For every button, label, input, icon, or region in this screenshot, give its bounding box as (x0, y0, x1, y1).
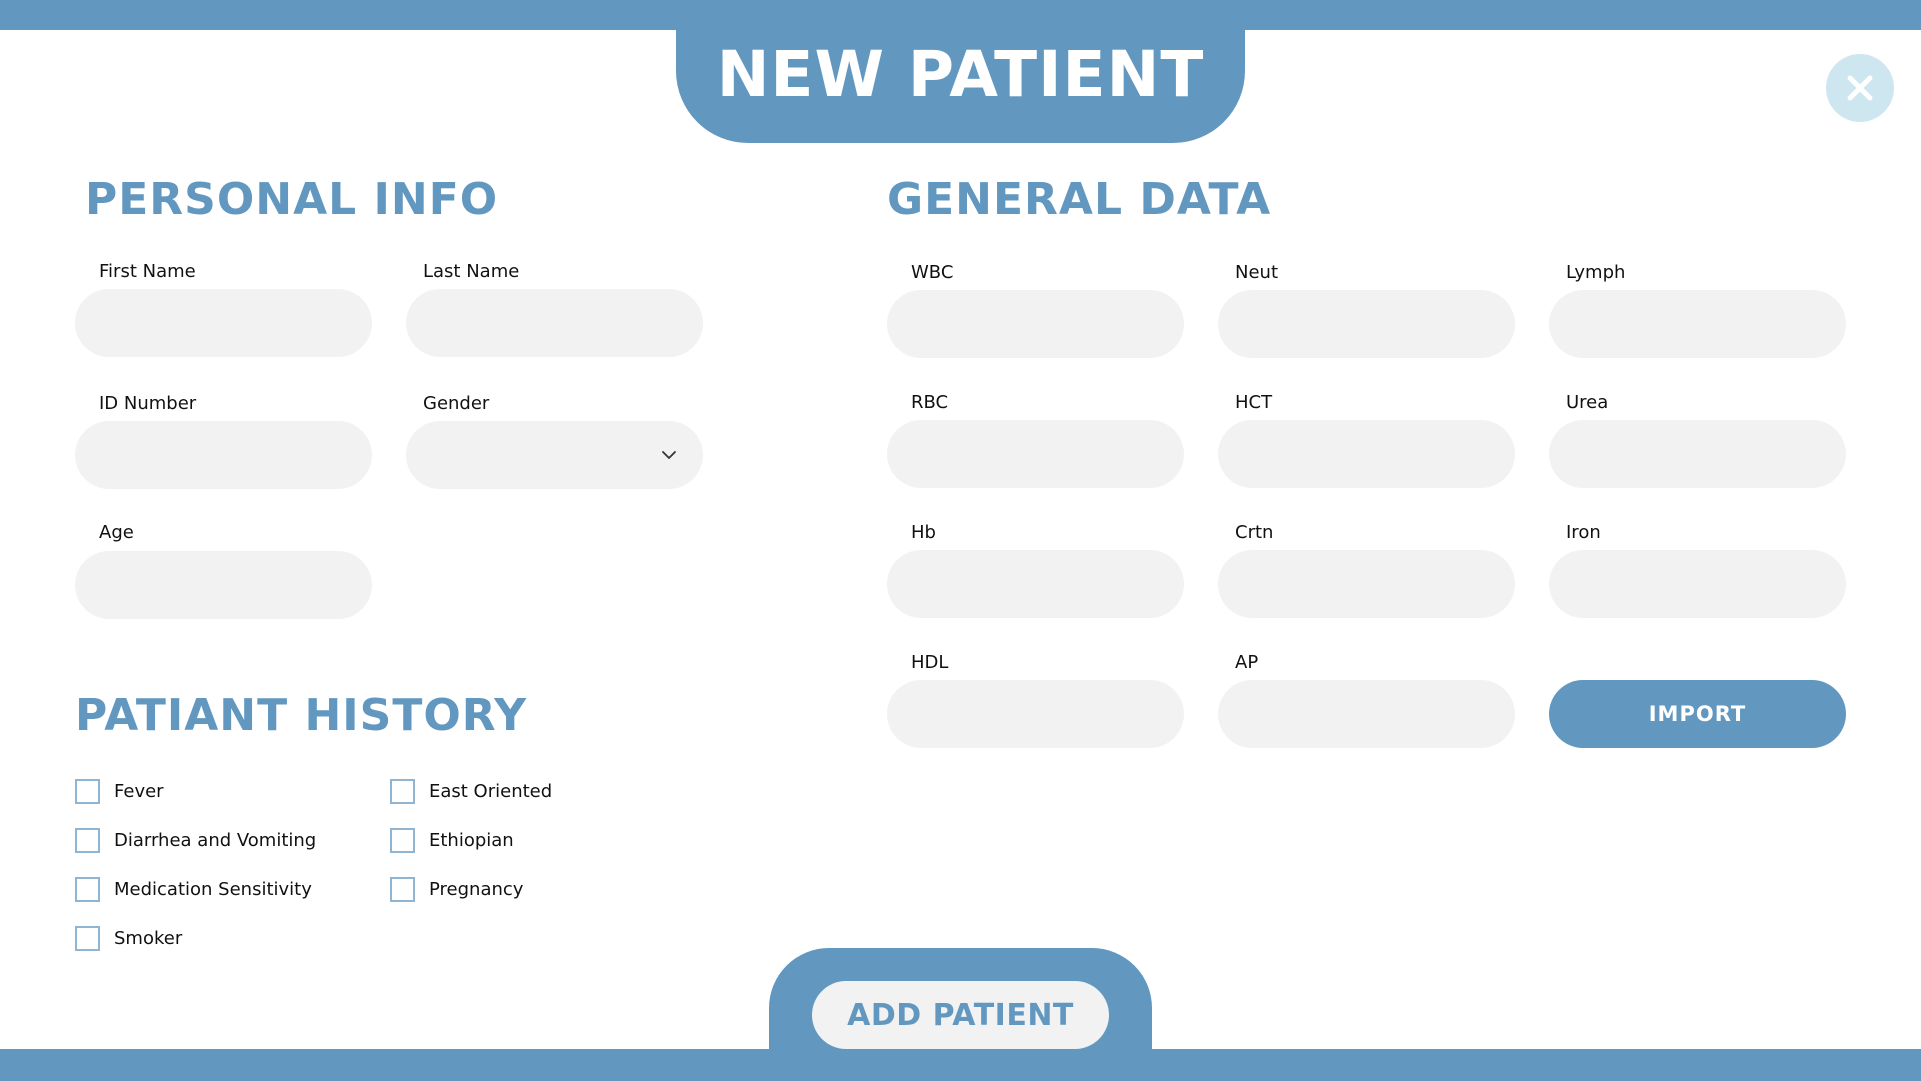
history-item-smoker[interactable]: Smoker (75, 926, 182, 951)
rbc-label: RBC (911, 392, 949, 413)
iron-label: Iron (1566, 522, 1601, 543)
smoker-checkbox[interactable] (75, 926, 100, 951)
east-oriented-checkbox[interactable] (390, 779, 415, 804)
gender-label: Gender (423, 393, 490, 414)
ap-field[interactable] (1218, 680, 1515, 748)
lymph-label: Lymph (1566, 262, 1626, 283)
hdl-field[interactable] (887, 680, 1184, 748)
wbc-label: WBC (911, 262, 954, 283)
medication-sensitivity-label: Medication Sensitivity (114, 879, 312, 900)
first-name-label: First Name (99, 261, 196, 282)
chevron-down-icon (662, 451, 676, 459)
hdl-label: HDL (911, 652, 949, 673)
gender-select[interactable] (406, 421, 703, 489)
ap-label: AP (1235, 652, 1259, 673)
rbc-field[interactable] (887, 420, 1184, 488)
patient-history-title: PATIANT HISTORY (75, 690, 528, 741)
pregnancy-checkbox[interactable] (390, 877, 415, 902)
close-button[interactable] (1826, 54, 1894, 122)
smoker-label: Smoker (114, 928, 183, 949)
fever-label: Fever (114, 781, 164, 802)
east-oriented-label: East Oriented (429, 781, 553, 802)
diarrhea-vomiting-label: Diarrhea and Vomiting (114, 830, 317, 851)
crtn-field[interactable] (1218, 550, 1515, 618)
iron-field[interactable] (1549, 550, 1846, 618)
import-button[interactable]: IMPORT (1549, 680, 1846, 748)
general-data-title: GENERAL DATA (887, 174, 1272, 225)
last-name-label: Last Name (423, 261, 520, 282)
last-name-field[interactable] (406, 289, 703, 357)
bottom-bar (0, 1049, 1921, 1081)
page-title: NEW PATIENT (716, 38, 1205, 111)
urea-label: Urea (1566, 392, 1609, 413)
id-number-field[interactable] (75, 421, 372, 489)
medication-sensitivity-checkbox[interactable] (75, 877, 100, 902)
age-field[interactable] (75, 551, 372, 619)
id-number-label: ID Number (99, 393, 197, 414)
first-name-field[interactable] (75, 289, 372, 357)
personal-info-title: PERSONAL INFO (85, 174, 499, 225)
hb-field[interactable] (887, 550, 1184, 618)
pregnancy-label: Pregnancy (429, 879, 524, 900)
check-icon (81, 786, 94, 797)
age-label: Age (99, 522, 134, 543)
history-item-ethiopian[interactable]: Ethiopian (390, 828, 514, 853)
wbc-field[interactable] (887, 290, 1184, 358)
header-tab: NEW PATIENT (676, 0, 1245, 143)
ethiopian-label: Ethiopian (429, 830, 514, 851)
urea-field[interactable] (1549, 420, 1846, 488)
history-item-medication-sensitivity[interactable]: Medication Sensitivity (75, 877, 312, 902)
hct-field[interactable] (1218, 420, 1515, 488)
lymph-field[interactable] (1549, 290, 1846, 358)
history-item-diarrhea-vomiting[interactable]: Diarrhea and Vomiting (75, 828, 316, 853)
hb-label: Hb (911, 522, 936, 543)
neut-field[interactable] (1218, 290, 1515, 358)
history-item-fever[interactable]: Fever (75, 779, 164, 804)
history-item-east-oriented[interactable]: East Oriented (390, 779, 552, 804)
hct-label: HCT (1235, 392, 1273, 413)
diarrhea-vomiting-checkbox[interactable] (75, 828, 100, 853)
ethiopian-checkbox[interactable] (390, 828, 415, 853)
fever-checkbox[interactable] (75, 779, 100, 804)
add-patient-button[interactable]: ADD PATIENT (812, 981, 1109, 1049)
history-item-pregnancy[interactable]: Pregnancy (390, 877, 523, 902)
close-icon (1847, 75, 1873, 101)
neut-label: Neut (1235, 262, 1279, 283)
crtn-label: Crtn (1235, 522, 1274, 543)
